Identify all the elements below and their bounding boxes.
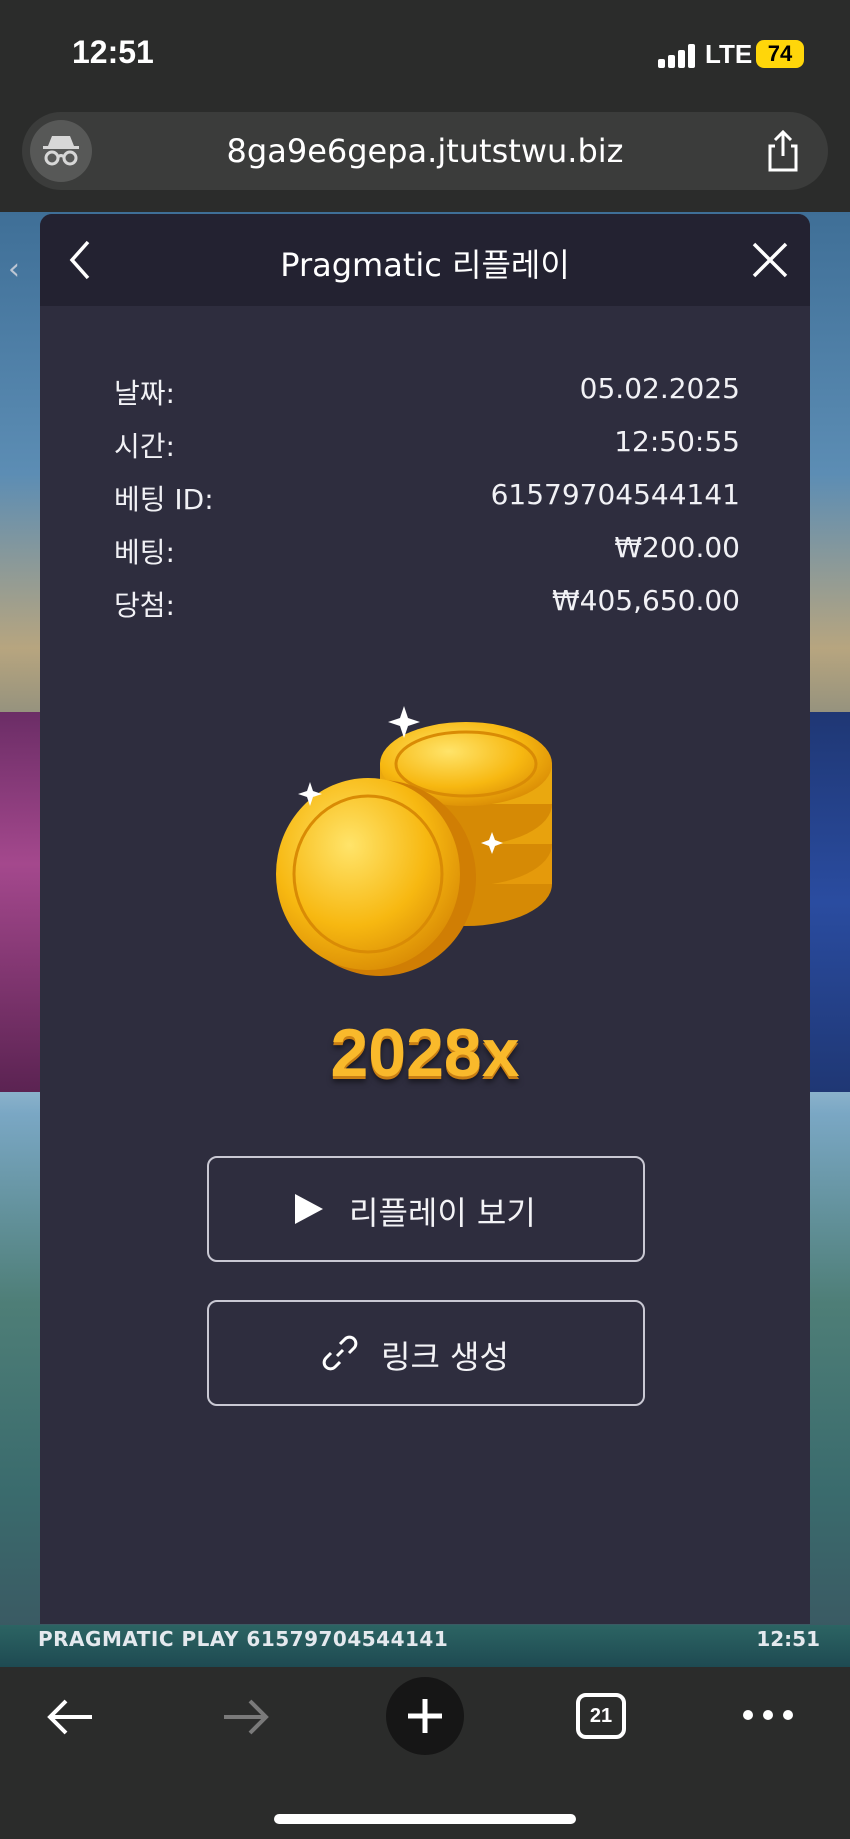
game-reel-right	[810, 712, 850, 1092]
info-value: 61579704544141	[490, 478, 740, 511]
play-icon	[291, 1192, 325, 1226]
info-label: 날짜:	[114, 377, 175, 410]
address-bar[interactable]: 8ga9e6gepa.jtutstwu.biz	[22, 112, 828, 190]
info-label: 당첨:	[114, 589, 175, 622]
info-row-win: 당첨: ₩405,650.00	[114, 584, 740, 624]
info-label: 시간:	[114, 430, 175, 463]
create-link-label: 링크 생성	[381, 1338, 509, 1376]
modal-header: Pragmatic 리플레이	[40, 214, 810, 306]
replay-modal: Pragmatic 리플레이 날짜: 05.02.2025 시간: 12:50:…	[40, 214, 810, 1624]
info-row-bet: 베팅: ₩200.00	[114, 531, 740, 571]
view-replay-label: 리플레이 보기	[349, 1194, 536, 1232]
network-type: LTE	[705, 39, 753, 69]
status-time: 12:51	[72, 34, 154, 70]
chevron-left-icon[interactable]: ‹	[8, 252, 20, 287]
info-label: 베팅 ID:	[114, 483, 214, 516]
info-value: 05.02.2025	[579, 372, 740, 405]
view-replay-button[interactable]: 리플레이 보기	[207, 1156, 645, 1262]
win-multiplier: 2028x	[330, 1015, 520, 1091]
info-value: ₩405,650.00	[551, 584, 740, 617]
info-value: 12:50:55	[614, 425, 740, 458]
battery-level: 74	[767, 41, 793, 66]
close-icon[interactable]	[750, 240, 790, 280]
battery-icon: 74	[756, 40, 804, 68]
tab-count: 21	[589, 1705, 613, 1727]
forward-arrow-icon[interactable]	[220, 1695, 272, 1739]
url-text[interactable]: 8ga9e6gepa.jtutstwu.biz	[22, 132, 828, 170]
game-footer-time: 12:51	[756, 1627, 820, 1651]
coins-icon	[276, 694, 586, 994]
create-link-button[interactable]: 링크 생성	[207, 1300, 645, 1406]
new-tab-button[interactable]	[386, 1677, 464, 1755]
signal-icon	[658, 44, 698, 68]
modal-title: Pragmatic 리플레이	[280, 246, 570, 284]
back-arrow-icon[interactable]	[44, 1695, 96, 1739]
share-icon[interactable]	[760, 128, 806, 174]
status-bar: 12:51 LTE 74	[0, 0, 850, 108]
home-indicator	[274, 1814, 576, 1824]
tab-count-button[interactable]: 21	[576, 1693, 626, 1739]
info-value: ₩200.00	[614, 531, 740, 564]
game-footer-id: PRAGMATIC PLAY 61579704544141	[38, 1627, 449, 1651]
info-row-bet-id: 베팅 ID: 61579704544141	[114, 478, 740, 518]
info-row-time: 시간: 12:50:55	[114, 425, 740, 465]
more-icon[interactable]	[740, 1707, 796, 1723]
info-label: 베팅:	[114, 536, 175, 569]
info-row-date: 날짜: 05.02.2025	[114, 372, 740, 412]
link-icon	[321, 1334, 359, 1372]
